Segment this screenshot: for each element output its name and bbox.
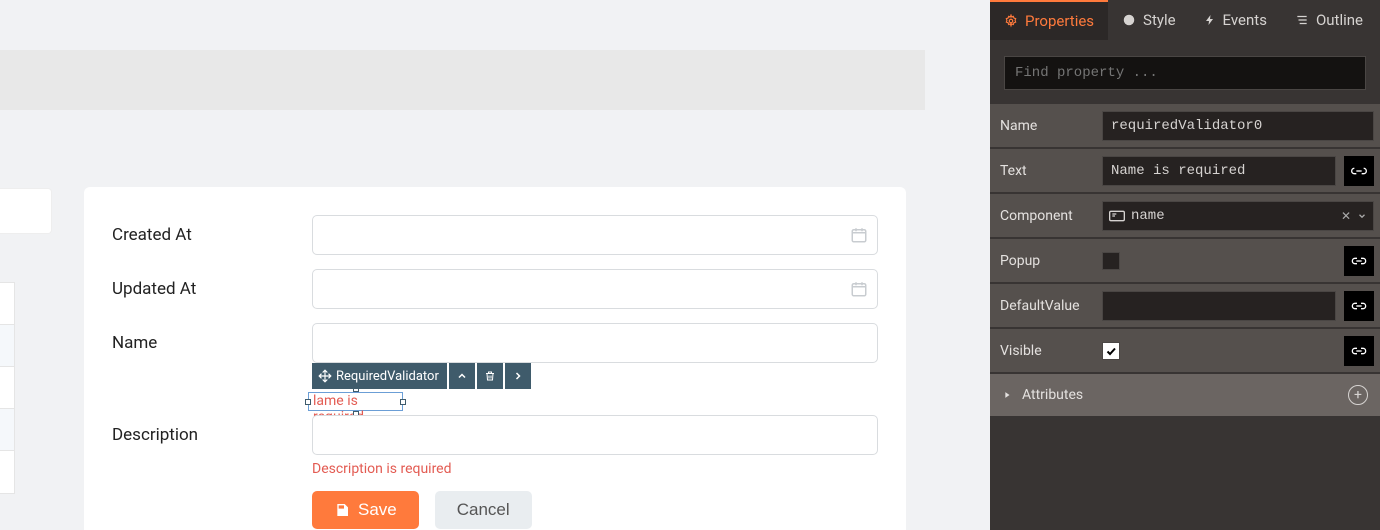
prop-row-popup: Popup (990, 237, 1380, 282)
add-attribute-button[interactable]: + (1348, 385, 1368, 405)
form-card: Created At Updated At Name Requ (84, 187, 906, 530)
prop-label-visible: Visible (1000, 343, 1094, 359)
prop-input-name[interactable] (1102, 111, 1374, 141)
link-icon (1351, 346, 1367, 356)
inspector-panel: Properties Style Events Outline Name Tex… (990, 0, 1380, 530)
save-label: Save (358, 500, 397, 520)
label-name: Name (112, 323, 312, 353)
sidebar-list-peek (0, 282, 15, 494)
prop-label-name: Name (1000, 118, 1094, 134)
prop-input-defaultvalue[interactable] (1102, 291, 1336, 321)
save-icon (334, 502, 350, 518)
textbox-icon (1109, 210, 1125, 222)
link-icon (1351, 256, 1367, 266)
prop-checkbox-visible[interactable] (1102, 342, 1120, 360)
validator-toolbar: RequiredValidator (312, 363, 531, 389)
tab-properties[interactable]: Properties (990, 0, 1108, 40)
prop-label-defaultvalue: DefaultValue (1000, 298, 1094, 314)
chevron-up-icon (456, 370, 468, 382)
label-updated-at: Updated At (112, 269, 312, 299)
palette-icon (1122, 13, 1136, 27)
header-strip (0, 50, 925, 110)
tab-style[interactable]: Style (1108, 0, 1190, 40)
bind-button-defaultvalue[interactable] (1344, 291, 1374, 321)
design-canvas: Created At Updated At Name Requ (0, 0, 990, 530)
prop-row-attributes[interactable]: Attributes + (990, 372, 1380, 416)
validator-next-button[interactable] (505, 363, 531, 389)
calendar-icon[interactable] (850, 280, 868, 298)
tab-events[interactable]: Events (1190, 0, 1281, 40)
clear-component-icon[interactable]: ✕ (1341, 209, 1351, 223)
properties-body: Name Text Component name ✕ Popup (990, 40, 1380, 530)
input-name[interactable] (312, 323, 878, 363)
property-search-input[interactable] (1004, 56, 1366, 90)
sidebar-card-peek (0, 188, 52, 234)
prop-row-component: Component name ✕ (990, 192, 1380, 237)
cancel-label: Cancel (457, 500, 510, 520)
prop-row-name: Name (990, 102, 1380, 147)
prop-input-text[interactable] (1102, 156, 1336, 186)
validator-delete-button[interactable] (477, 363, 503, 389)
prop-component-value: name (1131, 208, 1335, 224)
prop-label-component: Component (1000, 208, 1094, 224)
bind-button-visible[interactable] (1344, 336, 1374, 366)
prop-row-text: Text (990, 147, 1380, 192)
prop-label-attributes: Attributes (1022, 387, 1083, 403)
gear-icon (1004, 14, 1018, 28)
link-icon (1351, 301, 1367, 311)
validator-badge-label: RequiredValidator (336, 369, 439, 384)
tab-style-label: Style (1143, 11, 1176, 29)
calendar-icon[interactable] (850, 226, 868, 244)
chevron-down-icon[interactable] (1357, 211, 1367, 221)
save-button[interactable]: Save (312, 491, 419, 529)
input-description[interactable] (312, 415, 878, 455)
selection-box[interactable]: lame is required (308, 392, 403, 411)
bind-button-popup[interactable] (1344, 246, 1374, 276)
prop-label-popup: Popup (1000, 253, 1094, 269)
chevron-right-icon (512, 370, 524, 382)
prop-select-component[interactable]: name ✕ (1102, 201, 1374, 231)
bind-button-text[interactable] (1344, 156, 1374, 186)
trash-icon (484, 370, 496, 382)
input-updated-at[interactable] (312, 269, 878, 309)
prop-checkbox-popup[interactable] (1102, 252, 1120, 270)
check-icon (1105, 345, 1117, 357)
prop-row-defaultvalue: DefaultValue (990, 282, 1380, 327)
outline-icon (1295, 13, 1309, 27)
bolt-icon (1204, 13, 1216, 27)
tab-properties-label: Properties (1025, 12, 1094, 30)
prop-label-text: Text (1000, 163, 1094, 179)
tab-outline-label: Outline (1316, 11, 1363, 29)
validator-up-button[interactable] (449, 363, 475, 389)
label-created-at: Created At (112, 215, 312, 245)
input-created-at[interactable] (312, 215, 878, 255)
move-icon (318, 369, 332, 383)
link-icon (1351, 166, 1367, 176)
cancel-button[interactable]: Cancel (435, 491, 532, 529)
tab-events-label: Events (1223, 11, 1267, 29)
prop-row-visible: Visible (990, 327, 1380, 372)
description-error-text: Description is required (312, 461, 878, 477)
tab-outline[interactable]: Outline (1281, 0, 1377, 40)
validator-drag-handle[interactable]: RequiredValidator (312, 363, 447, 389)
triangle-right-icon (1002, 390, 1012, 400)
inspector-tabs: Properties Style Events Outline (990, 0, 1380, 40)
label-description: Description (112, 415, 312, 445)
